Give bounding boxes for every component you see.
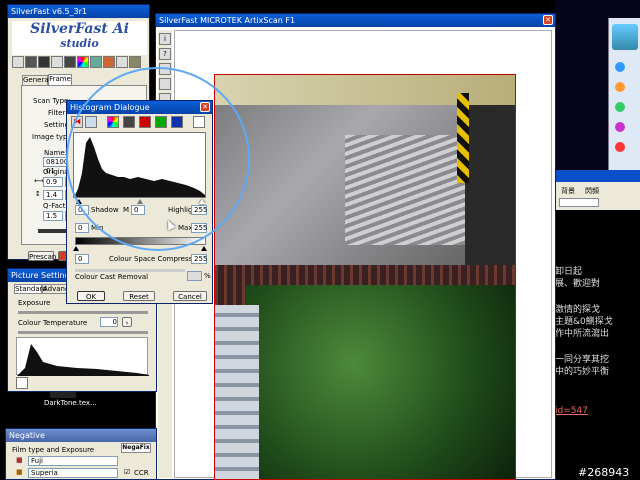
width-field[interactable]: 0.9 [43,177,63,187]
tab-frame[interactable]: Frame [48,74,72,85]
histogram-icon[interactable] [16,377,28,389]
watermark: #268943 [578,466,630,479]
hazard-stripe [457,93,469,183]
contact-icon[interactable] [615,102,625,112]
negative-window: Negative Film type and Exposure NegaFix … [5,428,157,480]
avatar [612,24,638,50]
building-ceiling [215,75,515,105]
gradation-icon[interactable] [51,56,63,68]
colour-temperature-stepper[interactable]: › [122,317,132,327]
contact-icon[interactable] [615,122,625,132]
tool-icon[interactable] [90,56,102,68]
info-tool-icon[interactable]: i [159,33,171,45]
ccr-field[interactable] [187,271,202,281]
silverfast-titlebar: SilverFast v6.5_3r1 [8,5,149,18]
chat-tab[interactable]: 背景 [561,186,575,196]
highlight-circle [66,67,250,251]
contact-icon[interactable] [615,142,625,152]
tree-foliage [245,285,515,479]
ok-button[interactable]: OK [77,291,105,301]
film-brand-icon: ■ [16,456,23,464]
csc-slider-right[interactable] [201,246,207,251]
csc-label: Colour Space Compression [109,255,203,263]
csc-left-field[interactable]: 0 [75,254,89,264]
chat-link[interactable]: id=547 [555,406,588,416]
chat-window: 背景 閃頻 卸日起 展、歡迎對 激情的探戈 主題&0鰂探戈 作中所流瀉出 一同分… [554,170,640,480]
logo-text: studio [60,37,99,50]
ccr-label: CCR [134,469,149,477]
chat-titlebar [555,170,640,182]
height-arrow-icon: ↕ [35,190,41,198]
tool-icon[interactable] [25,56,37,68]
artiscan-window: SilverFast MICROTEK ArtixScan F1 ✕ i ? [155,13,556,480]
help-tool-icon[interactable]: ? [159,48,171,60]
chat-tab[interactable]: 閃頻 [585,186,599,196]
preview-image[interactable] [214,74,516,480]
min-field[interactable]: 0 [75,223,89,233]
negative-titlebar: Negative [6,429,156,442]
colour-temperature-field[interactable]: 0 [100,317,118,327]
prescan-button[interactable]: Prescan [28,251,56,261]
close-icon[interactable]: ✕ [543,15,553,25]
logo-text: SilverFast Ai [30,21,129,37]
tab-standard[interactable]: Standard [14,284,47,294]
filter-label: Filter: [48,109,68,117]
ccr-label: Colour Cast Removal [75,273,149,281]
contact-icon[interactable] [615,62,625,72]
tool-icon[interactable] [103,56,115,68]
colour-wheel-icon[interactable] [77,56,89,68]
staircase [345,135,465,245]
percent-label: % [204,272,211,280]
csc-right-field[interactable]: 255 [191,254,207,264]
tool-icon[interactable] [116,56,128,68]
ccr-slider[interactable] [75,269,185,272]
chat-line: 作中所流瀉出 [555,329,610,339]
left-building [215,305,259,479]
histogram-icon[interactable] [38,56,50,68]
silverfast-toolbar [12,56,147,70]
q-factor-field[interactable]: 1.5 [43,211,63,221]
zoom-icon[interactable] [12,56,24,68]
tool-icon[interactable] [129,56,141,68]
reset-button[interactable]: Reset [123,291,155,301]
csc-slider-left[interactable] [73,246,79,251]
desktop-icon-label[interactable]: DarkTone.tex... [44,399,97,407]
silverfast-logo: SilverFast Ai studio [12,21,147,55]
chat-line: 中的巧妙平衡 [555,367,610,377]
exposure-slider[interactable] [18,311,148,314]
mini-histogram [16,337,149,376]
window-title: SilverFast v6.5_3r1 [11,7,88,16]
chat-toolbar: 背景 閃頻 [555,182,640,210]
ccr-checkbox[interactable]: ☑ [124,468,130,476]
film-brand-select[interactable]: Fuji [28,456,118,466]
tab-general[interactable]: General [22,75,51,85]
colour-temperature-label: Colour Temperature [18,319,88,327]
chat-dropdown[interactable] [559,198,599,207]
film-type-select[interactable]: Superia [28,468,118,478]
artiscan-titlebar: SilverFast MICROTEK ArtixScan F1 ✕ [156,14,555,27]
height-field[interactable]: 1.4 [43,190,63,200]
window-title: Picture Settings [11,271,74,280]
film-type-icon: ■ [16,468,23,476]
chat-line: 展、歡迎對 [555,279,601,289]
ct-slider[interactable] [18,331,148,334]
film-type-label: Film type and Exposure [12,446,95,454]
window-title: Negative [9,431,45,440]
negafix-logo: NegaFix [121,443,151,453]
cancel-button[interactable]: Cancel [173,291,207,301]
messenger-window [608,18,640,178]
contact-icon[interactable] [615,82,625,92]
window-title: SilverFast MICROTEK ArtixScan F1 [159,16,296,25]
desktop-icon[interactable] [50,392,76,398]
name-label: Name: [44,149,68,157]
exposure-label: Exposure [18,299,51,307]
tool-icon[interactable] [64,56,76,68]
